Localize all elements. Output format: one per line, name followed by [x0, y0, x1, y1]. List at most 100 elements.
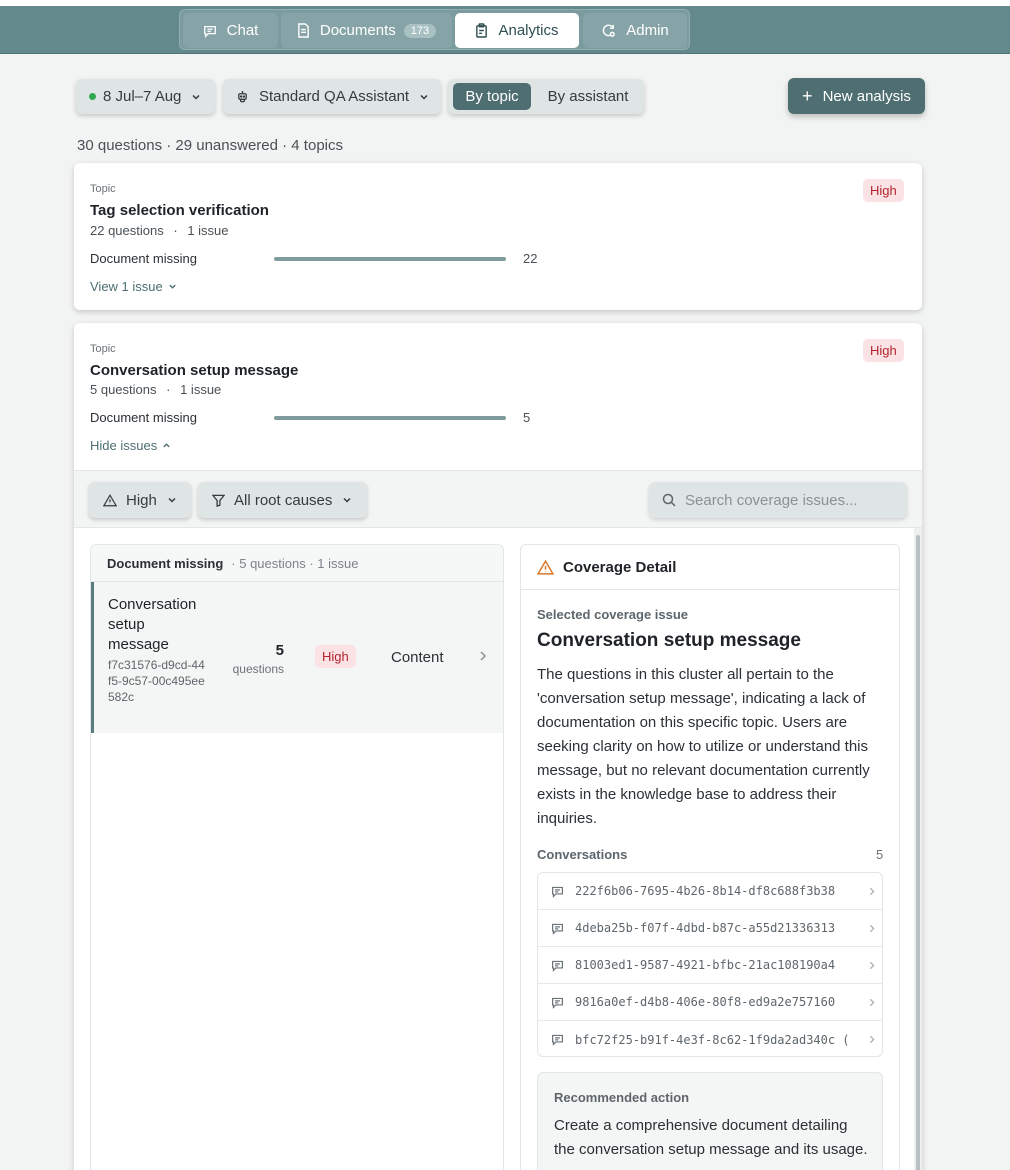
- topic-issue-count: 1 issue: [180, 382, 222, 397]
- conversation-id: bfc72f25-b91f-4e3f-8c62-1f9da2ad340c (: [575, 1032, 850, 1047]
- chevron-right-icon: [869, 924, 875, 933]
- chevron-right-icon: [869, 1035, 875, 1044]
- root-cause-label: Document missing: [90, 251, 197, 266]
- issue-question-count-label: questions: [232, 662, 284, 676]
- conversation-link[interactable]: 9816a0ef-d4b8-406e-80f8-ed9a2e757160: [538, 984, 882, 1021]
- assistant-select[interactable]: Standard QA Assistant: [223, 79, 441, 114]
- hide-issues-toggle[interactable]: Hide issues: [90, 438, 171, 453]
- topic-issue-count: 1 issue: [187, 223, 229, 238]
- chat-icon: [552, 1034, 563, 1046]
- chevron-right-icon: [869, 887, 875, 896]
- severity-filter[interactable]: High: [89, 482, 191, 518]
- new-analysis-button[interactable]: + New analysis: [788, 78, 925, 114]
- tab-analytics-label: Analytics: [498, 22, 559, 39]
- search-input[interactable]: [685, 491, 895, 509]
- view-by-assistant-button[interactable]: By assistant: [538, 83, 638, 110]
- coverage-detail-panel: Coverage Detail Selected coverage issue …: [520, 544, 900, 1170]
- chevron-right-icon: [480, 651, 487, 661]
- chat-icon: [552, 886, 563, 898]
- tab-admin[interactable]: Admin: [583, 13, 687, 48]
- tab-chat[interactable]: Chat: [183, 13, 278, 48]
- view-issues-toggle[interactable]: View 1 issue: [90, 279, 177, 294]
- new-analysis-label: New analysis: [822, 87, 911, 105]
- conversations-count: 5: [876, 847, 884, 862]
- clipboard-icon: [476, 23, 488, 38]
- topic-meta: 5 questions · 1 issue: [90, 382, 221, 397]
- status-dot: [89, 93, 96, 100]
- tab-documents-label: Documents: [319, 22, 396, 39]
- root-cause-filter[interactable]: All root causes: [198, 482, 367, 518]
- date-range-select[interactable]: 8 Jul–7 Aug: [76, 79, 215, 114]
- robot-icon: [238, 90, 247, 102]
- root-cause-filter-value: All root causes: [234, 491, 333, 509]
- warning-icon: [103, 493, 117, 506]
- chevron-down-icon: [192, 94, 200, 100]
- nav-tab-group: Chat Documents 173 Analytics Admin: [179, 9, 690, 50]
- severity-badge: High: [315, 645, 356, 668]
- chat-icon: [552, 923, 563, 935]
- issue-id: f7c31576-d9cd-44f5-9c57-00c495ee582c: [108, 658, 205, 704]
- severity-badge: High: [863, 339, 904, 362]
- conversation-link[interactable]: 81003ed1-9587-4921-bfbc-21ac108190a4: [538, 947, 882, 984]
- topic-card-expanded: Topic High Conversation setup message 5 …: [74, 323, 922, 1170]
- topic-question-count: 5 questions: [90, 382, 157, 397]
- plus-icon: +: [802, 85, 813, 106]
- chat-icon: [552, 960, 563, 972]
- root-cause-label: Document missing: [90, 410, 197, 425]
- root-cause-count: 5: [523, 410, 531, 425]
- conversation-link[interactable]: 222f6b06-7695-4b26-8b14-df8c688f3b38: [538, 873, 882, 910]
- issue-group-header: Document missing · 5 questions · 1 issue: [91, 545, 503, 582]
- conversation-id: 9816a0ef-d4b8-406e-80f8-ed9a2e757160: [575, 995, 836, 1009]
- recommended-action-label: Recommended action: [554, 1090, 690, 1105]
- topic-tag: Topic: [90, 343, 116, 355]
- tab-chat-label: Chat: [226, 22, 259, 39]
- recommended-action-box: Recommended action Create a comprehensiv…: [537, 1072, 883, 1170]
- documents-count-badge: 173: [403, 23, 437, 38]
- chevron-down-icon: [343, 497, 351, 503]
- root-cause-count: 22: [523, 251, 538, 266]
- document-icon: [298, 23, 309, 38]
- tab-analytics[interactable]: Analytics: [455, 13, 579, 48]
- tab-admin-label: Admin: [626, 22, 669, 39]
- search-box: [649, 482, 907, 518]
- recommended-action-text: Create a comprehensive document detailin…: [554, 1117, 868, 1158]
- meta-separator: ·: [166, 382, 171, 397]
- topic-question-count: 22 questions: [90, 223, 164, 238]
- view-mode-toggle: By topic By assistant: [448, 79, 644, 114]
- conversation-id: 4deba25b-f07f-4dbd-b87c-a55d21336313: [575, 921, 836, 935]
- date-range-value: 8 Jul–7 Aug: [103, 88, 182, 105]
- topic-meta: 22 questions · 1 issue: [90, 223, 229, 238]
- detail-subtitle: Selected coverage issue: [537, 607, 689, 622]
- top-navigation-bar: Chat Documents 173 Analytics Admin: [0, 6, 1010, 54]
- issue-category: Content: [391, 649, 444, 666]
- conversation-id: 222f6b06-7695-4b26-8b14-df8c688f3b38: [575, 884, 836, 898]
- issue-group-title: Document missing: [107, 555, 224, 571]
- chat-icon: [552, 997, 563, 1009]
- view-issues-label: View 1 issue: [90, 279, 163, 294]
- topic-title: Tag selection verification: [90, 202, 269, 219]
- conversation-id: 81003ed1-9587-4921-bfbc-21ac108190a4: [575, 958, 836, 972]
- topic-title: Conversation setup message: [90, 362, 299, 379]
- view-by-topic-button[interactable]: By topic: [453, 83, 531, 110]
- search-icon: [662, 493, 676, 507]
- chevron-up-icon: [163, 443, 170, 448]
- conversation-link[interactable]: bfc72f25-b91f-4e3f-8c62-1f9da2ad340c (: [538, 1021, 882, 1056]
- conversation-link[interactable]: 4deba25b-f07f-4dbd-b87c-a55d21336313: [538, 910, 882, 947]
- issue-question-count: 5: [275, 642, 284, 659]
- conversations-label: Conversations: [537, 847, 628, 862]
- chevron-down-icon: [169, 284, 176, 289]
- issue-group-meta: · 5 questions · 1 issue: [231, 555, 359, 571]
- tab-documents[interactable]: Documents 173: [281, 13, 452, 48]
- issue-list-panel: Document missing · 5 questions · 1 issue…: [90, 544, 504, 1170]
- conversation-list: 222f6b06-7695-4b26-8b14-df8c688f3b38 4de…: [537, 872, 883, 1057]
- topic-card: Topic High Tag selection verification 22…: [74, 163, 922, 310]
- chevron-down-icon: [420, 94, 428, 100]
- detail-description: The questions in this cluster all pertai…: [537, 666, 870, 827]
- root-cause-bar: [274, 257, 506, 261]
- list-item[interactable]: Conversation setup message f7c31576-d9cd…: [91, 582, 503, 733]
- severity-badge: High: [863, 179, 904, 202]
- admin-icon: [602, 24, 616, 37]
- chevron-right-icon: [869, 961, 875, 970]
- scrollbar-thumb[interactable]: [916, 535, 920, 1170]
- warning-icon: [537, 559, 554, 575]
